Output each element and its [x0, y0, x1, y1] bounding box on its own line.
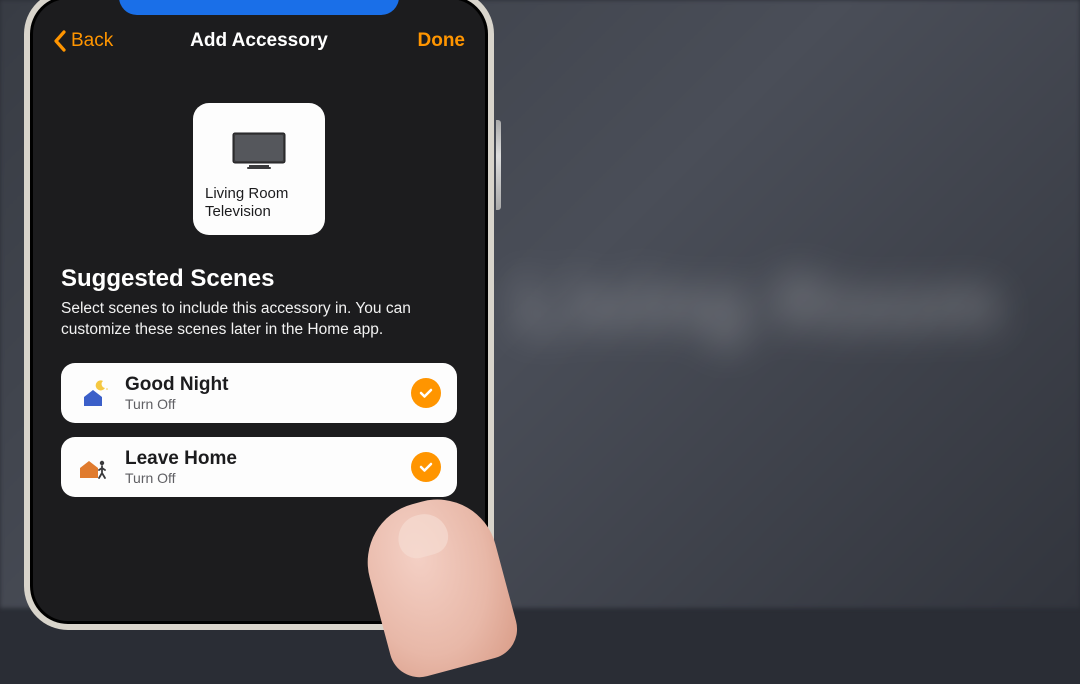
scene-row-good-night[interactable]: Good Night Turn Off: [61, 363, 457, 423]
status-bar: [33, 0, 485, 13]
checkmark-icon: [411, 452, 441, 482]
scene-row-leave-home[interactable]: Leave Home Turn Off: [61, 437, 457, 497]
nav-title: Add Accessory: [190, 30, 328, 52]
scene-title: Good Night: [125, 374, 411, 396]
phone-frame: Back Add Accessory Done Living R: [24, 0, 494, 630]
background-blurred-text: Living Room: [516, 260, 1000, 348]
back-button[interactable]: Back: [53, 30, 113, 52]
section-title: Suggested Scenes: [61, 265, 457, 293]
accessory-name: Living Room Television: [205, 185, 313, 221]
tv-icon-wrapper: [205, 117, 313, 185]
done-button[interactable]: Done: [418, 30, 466, 52]
finger-nail: [393, 509, 452, 563]
content-area: Living Room Television Suggested Scenes …: [33, 67, 485, 529]
scene-title: Leave Home: [125, 448, 411, 470]
nav-bar: Back Add Accessory Done: [33, 13, 485, 67]
chevron-left-icon: [53, 30, 67, 52]
good-night-icon: [75, 375, 111, 411]
phone-side-button: [496, 120, 501, 210]
notch-bar: [119, 0, 399, 15]
leave-home-icon: [75, 449, 111, 485]
accessory-tile[interactable]: Living Room Television: [193, 103, 325, 235]
section-subtitle: Select scenes to include this accessory …: [61, 299, 457, 341]
tv-icon: [231, 131, 287, 171]
back-label: Back: [71, 30, 113, 52]
scene-text: Leave Home Turn Off: [125, 448, 411, 486]
scene-subtitle: Turn Off: [125, 470, 411, 486]
checkmark-icon: [411, 378, 441, 408]
scene-text: Good Night Turn Off: [125, 374, 411, 412]
scene-subtitle: Turn Off: [125, 396, 411, 412]
